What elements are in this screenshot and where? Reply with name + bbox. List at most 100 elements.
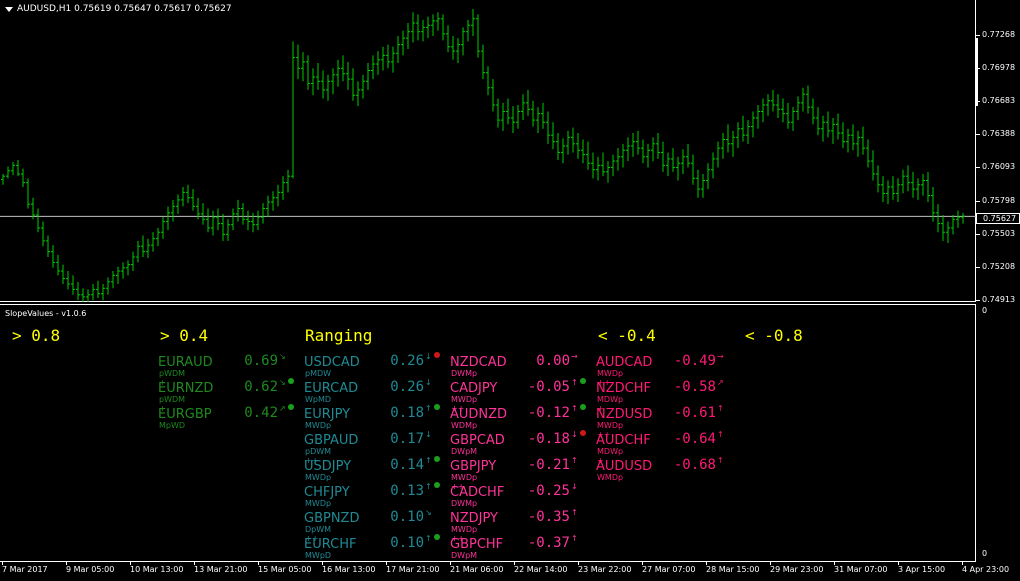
time-label: 23 Mar 22:00 (578, 565, 632, 574)
ohlc-bar (731, 130, 735, 157)
ohlc-bar (581, 139, 585, 164)
trend-arrow-icon: ↘ (279, 352, 286, 361)
green-dot-icon (580, 378, 586, 384)
ohlc-bar (236, 199, 240, 222)
ohlc-bar (341, 55, 345, 82)
ohlc-bar (841, 122, 845, 149)
ohlc-bar (11, 162, 15, 176)
price-tick (976, 200, 980, 202)
slope-value: 0.62 (244, 379, 278, 395)
ohlc-bar (111, 271, 115, 289)
ohlc-bar (491, 79, 495, 112)
trend-arrow-icon: ↑ (425, 456, 432, 465)
pair-symbol: EURCAD (304, 381, 359, 396)
ohlc-bar (476, 14, 480, 58)
ohlc-bar (426, 16, 430, 39)
ohlc-bar (656, 133, 660, 159)
ohlc-bar (711, 152, 715, 179)
ohlc-bar (606, 161, 610, 183)
ohlc-bar (616, 148, 620, 171)
ohlc-bar (331, 68, 335, 95)
timeframe-code: WpMD (305, 395, 332, 404)
ohlc-bar (611, 154, 615, 177)
ohlc-bar (246, 210, 250, 231)
indicator-axis-bottom: 0 (982, 549, 988, 558)
price-tick (976, 233, 980, 235)
ohlc-bar (76, 281, 80, 301)
time-label: 10 Mar 13:00 (130, 565, 184, 574)
trend-arrow-icon: ↓ (425, 378, 432, 387)
ohlc-bar (956, 210, 960, 228)
pair-symbol: USDCAD (304, 355, 360, 370)
price-label: 0.75503 (982, 228, 1016, 238)
ohlc-bar (86, 289, 90, 302)
ohlc-bar (821, 115, 825, 142)
pair-symbol: GBPNZD (304, 511, 360, 526)
ohlc-bar (771, 89, 775, 112)
ohlc-bar (516, 105, 520, 129)
ohlc-bar (811, 98, 815, 125)
ohlc-bar (26, 178, 30, 209)
ohlc-bar (421, 19, 425, 42)
green-dot-icon (288, 378, 294, 384)
green-dot-icon (434, 482, 440, 488)
ohlc-bar (621, 143, 625, 168)
ohlc-bar (361, 74, 365, 99)
ohlc-bar (96, 280, 100, 298)
pair-symbol: EURGBP (158, 407, 212, 422)
ohlc-bar (891, 176, 895, 200)
trend-arrow-icon: ↑ (571, 404, 578, 413)
pair-symbol: AUDNZD (450, 407, 508, 422)
red-dot-icon (580, 430, 586, 436)
slope-value: 0.26 (390, 353, 424, 369)
price-chart[interactable]: AUDUSD,H1 0.75619 0.75647 0.75617 0.7562… (0, 0, 976, 302)
ohlc-bar (501, 102, 505, 131)
time-label: 28 Mar 15:00 (706, 565, 760, 574)
time-label: 29 Mar 23:00 (770, 565, 824, 574)
ohlc-bar (861, 126, 865, 155)
ohlc-bar (756, 105, 760, 129)
ohlc-bar (346, 61, 350, 90)
ohlc-bar (506, 98, 510, 125)
ohlc-bar (921, 174, 925, 196)
ohlc-bar (776, 94, 780, 118)
ohlc-bar (701, 174, 705, 198)
ohlc-bar (741, 115, 745, 142)
ohlc-bar (556, 133, 560, 160)
ohlc-bar (586, 141, 590, 170)
ohlc-bar (231, 208, 235, 231)
ohlc-bar (261, 203, 265, 224)
pair-symbol: AUDCHF (596, 433, 651, 448)
pair-symbol: NZDJPY (450, 511, 498, 526)
ohlc-bar (961, 212, 965, 224)
ohlc-bar (866, 139, 870, 168)
ohlc-bar (871, 150, 875, 181)
pair-symbol: NZDCHF (596, 381, 651, 396)
ohlc-bar (686, 143, 690, 168)
ohlc-bar (736, 122, 740, 149)
ohlc-bar (856, 130, 860, 157)
ohlc-bar (406, 23, 410, 49)
ohlc-bar (896, 178, 900, 203)
ohlc-bar (576, 133, 580, 159)
ohlc-bar (456, 38, 460, 63)
indicator-panel[interactable]: SlopeValues - v1.0.6 > 0.8 > 0.4 Ranging… (0, 304, 976, 562)
ohlc-bar (786, 102, 790, 129)
slope-value: 0.42 (244, 405, 278, 421)
slope-value: -0.68 (673, 457, 716, 473)
slope-value: -0.05 (527, 379, 570, 395)
ohlc-bar (296, 44, 300, 80)
ohlc-bar (671, 148, 675, 172)
trend-arrow-icon: ↑ (425, 404, 432, 413)
ohlc-bar (546, 111, 550, 144)
trend-arrow-icon: ↑ (425, 534, 432, 543)
trend-arrow-icon: ↓ (425, 352, 432, 361)
ohlc-bar (356, 81, 360, 107)
ohlc-bar (706, 163, 710, 190)
price-tick (976, 134, 980, 136)
ohlc-bar (216, 208, 220, 231)
ohlc-bar (601, 152, 605, 177)
ohlc-bar (316, 62, 320, 90)
pair-symbol: EURNZD (158, 381, 214, 396)
ohlc-bar (591, 152, 595, 179)
